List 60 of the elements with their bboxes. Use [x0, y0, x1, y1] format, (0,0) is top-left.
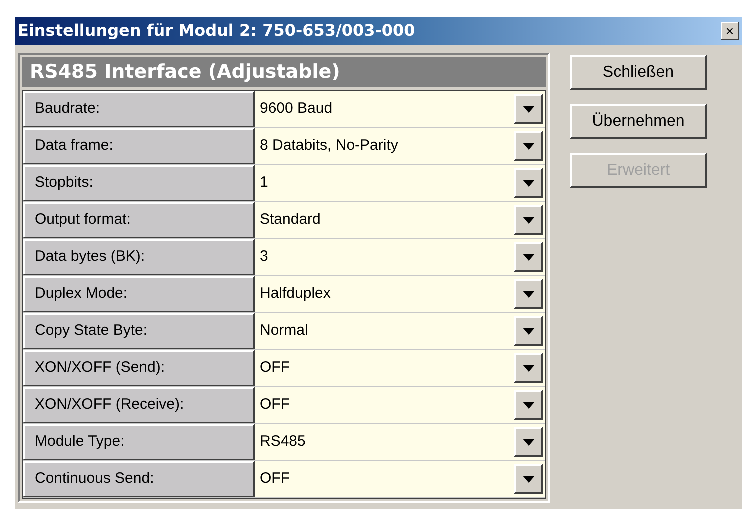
caret-icon	[522, 106, 534, 112]
setting-label: Copy State Byte:	[23, 313, 255, 349]
dialog-button[interactable]: Schließen	[570, 55, 707, 90]
caret-icon	[522, 216, 534, 224]
dropdown-value: 1	[260, 172, 268, 193]
dialog-button[interactable]: Übernehmen	[570, 104, 707, 139]
setting-dropdown[interactable]: RS485	[255, 424, 545, 460]
dropdown-arrow-button[interactable]	[514, 168, 543, 198]
dropdown-arrow-button[interactable]	[514, 316, 543, 346]
dropdown-value: 8 Databits, No-Parity	[260, 136, 398, 156]
setting-dropdown[interactable]: 9600 Baud	[255, 91, 545, 127]
setting-label: XON/XOFF (Receive):	[23, 387, 255, 423]
setting-label: Continuous Send:	[23, 461, 255, 497]
dropdown-arrow-button[interactable]	[514, 242, 543, 272]
setting-label: Data frame:	[23, 128, 255, 164]
panel-title: RS485 Interface (Adjustable)	[22, 57, 546, 87]
setting-dropdown[interactable]: 1	[255, 165, 545, 201]
caret-icon	[522, 364, 534, 372]
caret-icon	[522, 402, 534, 408]
dropdown-value: Halfduplex	[260, 284, 331, 304]
close-button[interactable]: ×	[721, 22, 739, 40]
dropdown-value: OFF	[260, 468, 290, 489]
setting-dropdown[interactable]: 8 Databits, No-Parity	[255, 128, 545, 164]
dropdown-value: Standard	[260, 210, 321, 230]
dropdown-arrow-button[interactable]	[514, 94, 543, 124]
setting-label: XON/XOFF (Send):	[23, 350, 255, 386]
caret-icon	[522, 290, 534, 298]
caret-icon	[522, 476, 534, 482]
dropdown-value: Normal	[260, 320, 308, 341]
setting-dropdown[interactable]: OFF	[255, 350, 545, 386]
window-title: Einstellungen für Modul 2: 750-653/003-000	[18, 20, 416, 42]
dropdown-value: RS485	[260, 432, 306, 452]
dropdown-arrow-button[interactable]	[514, 131, 543, 161]
dropdown-arrow-button[interactable]	[514, 353, 543, 383]
setting-label: Data bytes (BK):	[23, 239, 255, 275]
dropdown-value: OFF	[260, 358, 290, 378]
setting-label: Output format:	[23, 202, 255, 238]
dropdown-arrow-button[interactable]	[514, 205, 543, 235]
setting-dropdown[interactable]: Standard	[255, 202, 545, 238]
setting-dropdown[interactable]: OFF	[255, 387, 545, 423]
setting-dropdown[interactable]: OFF	[255, 461, 545, 497]
dropdown-arrow-button[interactable]	[514, 427, 543, 457]
dropdown-value: OFF	[260, 394, 290, 415]
setting-dropdown[interactable]: Normal	[255, 313, 545, 349]
dropdown-value: 9600 Baud	[260, 98, 333, 119]
setting-label: Module Type:	[23, 424, 255, 460]
setting-dropdown[interactable]: Halfduplex	[255, 276, 545, 312]
setting-label: Duplex Mode:	[23, 276, 255, 312]
dropdown-arrow-button[interactable]	[514, 390, 543, 420]
setting-dropdown[interactable]: 3	[255, 239, 545, 275]
setting-label: Baudrate:	[23, 91, 255, 127]
caret-icon	[522, 328, 534, 334]
dropdown-arrow-button[interactable]	[514, 464, 543, 494]
caret-icon	[522, 438, 534, 446]
dropdown-arrow-button[interactable]	[514, 279, 543, 309]
caret-icon	[522, 180, 534, 186]
setting-label: Stopbits:	[23, 165, 255, 201]
caret-icon	[522, 254, 534, 260]
caret-icon	[522, 142, 534, 150]
dropdown-value: 3	[260, 246, 268, 267]
